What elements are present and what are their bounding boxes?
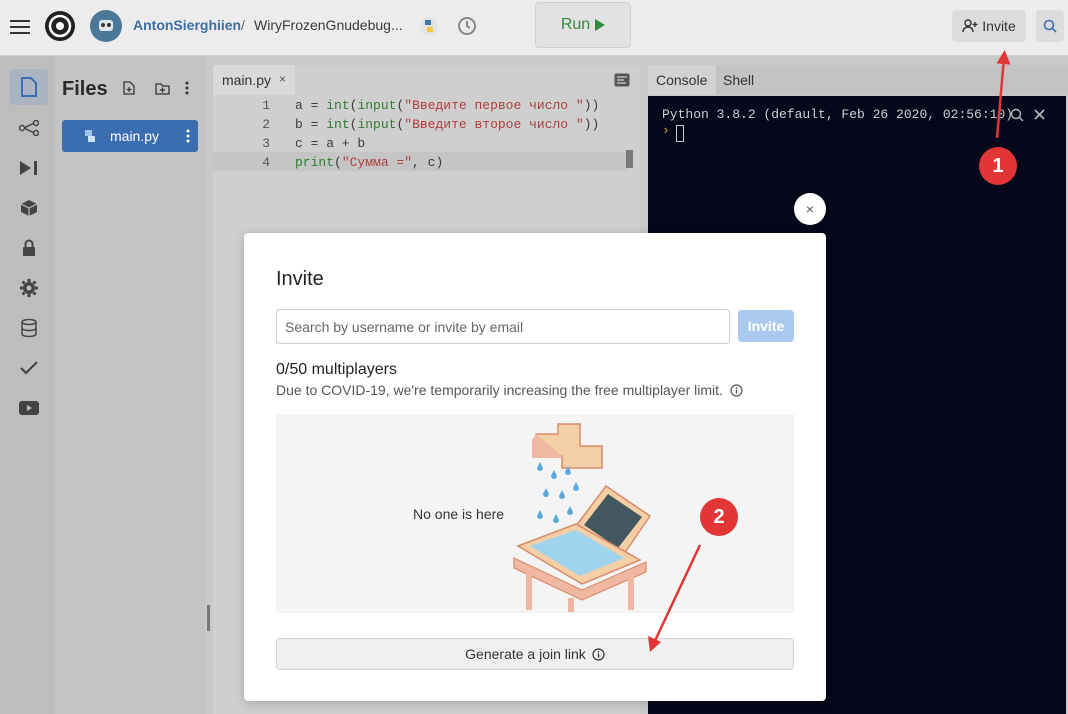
annotation-arrows xyxy=(648,50,1011,652)
annotation-badge-2: 2 xyxy=(700,498,738,536)
annotation-badge-1: 1 xyxy=(979,147,1017,185)
